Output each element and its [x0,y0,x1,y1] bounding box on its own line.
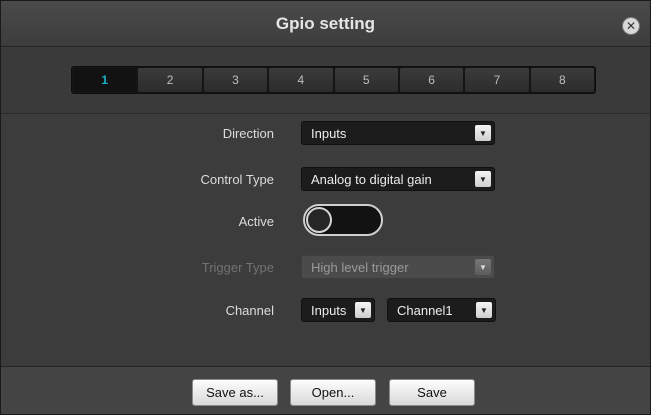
chevron-down-icon: ▼ [475,125,491,141]
channel-number-select[interactable]: Channel1 ▼ [387,298,496,322]
trigger-type-label: Trigger Type [201,260,274,275]
gpio-setting-dialog: Gpio setting ✕ 1 2 3 4 5 6 7 8 Direction… [0,0,651,415]
direction-select[interactable]: Inputs ▼ [301,121,495,145]
direction-label: Direction [222,126,274,141]
active-label: Active [238,214,274,229]
dialog-title: Gpio setting [275,14,376,33]
chevron-down-icon: ▼ [475,171,491,187]
active-toggle[interactable] [303,204,383,236]
close-icon: ✕ [625,19,637,33]
toggle-knob [306,207,332,233]
channel-number-value: Channel1 [397,302,453,318]
close-button[interactable]: ✕ [622,17,640,35]
control-type-select[interactable]: Analog to digital gain ▼ [301,167,495,191]
tab-gpio-6[interactable]: 6 [399,68,464,92]
dialog-footer: Save as... Open... Save [1,366,650,414]
tab-gpio-5[interactable]: 5 [334,68,398,92]
channel-source-value: Inputs [311,302,347,318]
tab-gpio-2[interactable]: 2 [138,68,202,92]
settings-form: Direction Inputs ▼ Control Type Analog t… [1,114,650,366]
save-button[interactable]: Save [389,379,475,406]
tab-gpio-1[interactable]: 1 [73,68,137,92]
gpio-tabs: 1 2 3 4 5 6 7 8 [71,66,596,94]
tab-gpio-4[interactable]: 4 [269,68,333,92]
control-type-value: Analog to digital gain [311,171,432,187]
chevron-down-icon: ▼ [355,302,371,318]
gpio-tab-area: 1 2 3 4 5 6 7 8 [1,48,650,114]
chevron-down-icon: ▼ [476,302,492,318]
direction-value: Inputs [311,125,347,141]
channel-label: Channel [225,303,274,318]
trigger-type-select[interactable]: High level trigger ▼ [301,255,495,279]
tab-gpio-3[interactable]: 3 [203,68,268,92]
channel-source-select[interactable]: Inputs ▼ [301,298,375,322]
control-type-label: Control Type [200,172,274,187]
chevron-down-icon: ▼ [475,259,491,275]
save-as-button[interactable]: Save as... [192,379,278,406]
open-button[interactable]: Open... [290,379,376,406]
tab-gpio-8[interactable]: 8 [530,68,594,92]
trigger-type-value: High level trigger [311,259,409,275]
tab-gpio-7[interactable]: 7 [465,68,529,92]
title-bar: Gpio setting ✕ [1,1,650,47]
